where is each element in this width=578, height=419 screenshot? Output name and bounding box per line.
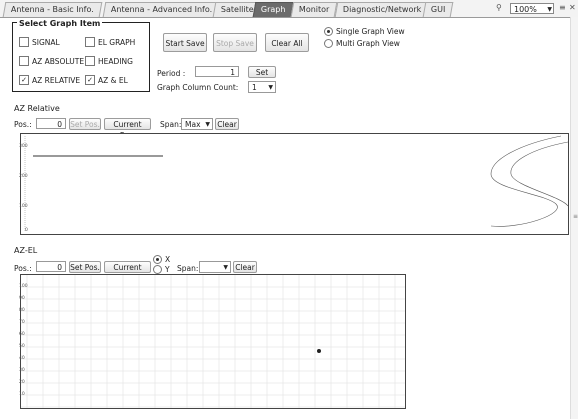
az-el-ytick: 70 xyxy=(19,320,25,325)
az-el-ytick: 10 xyxy=(19,392,25,397)
group-title: Select Graph Item xyxy=(17,19,103,28)
graph-column-count-label: Graph Column Count: xyxy=(157,83,239,92)
az-el-pos-label: Pos.: xyxy=(14,264,32,273)
tab-antenna-basic-info[interactable]: Antenna - Basic Info. xyxy=(2,2,103,17)
az-relative-ytick: 200 xyxy=(19,174,28,179)
az-el-span-label: Span: xyxy=(177,264,199,273)
az-el-title: AZ-EL xyxy=(14,246,38,255)
tab-diagnostic-network[interactable]: Diagnostic/Network xyxy=(334,2,430,17)
az-relative-span-label: Span: xyxy=(160,120,182,129)
checkbox-el-graph[interactable]: EL GRAPH xyxy=(85,37,135,47)
chevron-down-icon: ▼ xyxy=(205,121,210,128)
close-icon[interactable]: ✕ xyxy=(569,3,576,12)
chevron-down-icon: ▼ xyxy=(268,84,273,91)
az-el-clear-button[interactable]: Clear xyxy=(233,261,257,273)
az-relative-ytick: 300 xyxy=(19,144,28,149)
tab-gui[interactable]: GUI xyxy=(422,2,454,17)
az-relative-plot-canvas xyxy=(24,135,568,232)
tab-graph[interactable]: Graph xyxy=(252,2,294,17)
az-relative-ytick: 100 xyxy=(19,204,28,209)
radio-multi-graph-view[interactable]: Multi Graph View xyxy=(324,39,400,48)
az-relative-span-select[interactable]: Max ▼ xyxy=(181,118,213,130)
az-el-current-pos-button[interactable]: Current Pos. xyxy=(104,261,151,283)
az-el-ytick: 30 xyxy=(19,368,25,373)
vertical-scrollbar[interactable]: ≡ xyxy=(570,17,578,419)
checkbox-heading[interactable]: HEADING xyxy=(85,56,133,66)
scrollbar-grip-icon[interactable]: ≡ xyxy=(573,213,578,220)
az-el-ytick: 100 xyxy=(19,284,28,289)
tab-bar: Antenna - Basic Info. Antenna - Advanced… xyxy=(0,0,578,18)
az-relative-clear-button[interactable]: Clear xyxy=(215,118,239,130)
az-el-plot: 100 90 80 70 60 50 40 30 20 10 xyxy=(19,274,406,409)
az-relative-plot: 300 200 100 0 xyxy=(19,133,569,235)
radio-single-graph-view[interactable]: Single Graph View xyxy=(324,27,405,36)
chevron-down-icon: ▼ xyxy=(547,6,552,13)
az-relative-title: AZ Relative xyxy=(14,104,60,113)
checkbox-az-el[interactable]: ✓ AZ & EL xyxy=(85,75,128,85)
checkbox-az-relative[interactable]: ✓ AZ RELATIVE xyxy=(19,75,80,85)
radio-axis-y[interactable]: Y xyxy=(153,265,170,274)
az-relative-pos-input[interactable]: 0 xyxy=(36,118,66,129)
az-el-ytick: 60 xyxy=(19,332,25,337)
az-el-ytick: 80 xyxy=(19,308,25,313)
az-relative-set-pos-button[interactable]: Set Pos. xyxy=(69,118,101,130)
radio-axis-x[interactable]: X xyxy=(153,255,170,264)
az-el-set-pos-button[interactable]: Set Pos. xyxy=(69,261,101,273)
az-el-span-select[interactable]: ▼ xyxy=(199,261,231,273)
az-el-ytick: 50 xyxy=(19,344,25,349)
az-el-grid xyxy=(21,275,405,408)
tab-monitor[interactable]: Monitor xyxy=(290,2,338,17)
clear-all-button[interactable]: Clear All xyxy=(265,33,309,52)
az-relative-ytick: 0 xyxy=(25,228,28,233)
tab-antenna-advanced-info[interactable]: Antenna - Advanced Info. xyxy=(102,2,221,17)
period-label: Period : xyxy=(157,69,186,78)
zoom-select[interactable]: 100% ▼ xyxy=(510,3,554,14)
period-input[interactable]: 1 xyxy=(195,66,239,77)
stop-save-button[interactable]: Stop Save xyxy=(213,33,257,52)
graph-column-count-select[interactable]: 1 ▼ xyxy=(248,81,276,93)
az-el-ytick: 90 xyxy=(19,296,25,301)
az-relative-pos-label: Pos.: xyxy=(14,120,32,129)
az-el-ytick: 40 xyxy=(19,356,25,361)
chevron-down-icon: ▼ xyxy=(223,264,228,271)
checkbox-az-absolute[interactable]: AZ ABSOLUTE xyxy=(19,56,84,66)
az-el-ytick: 20 xyxy=(19,380,25,385)
zoom-icon: ⚲ xyxy=(496,3,502,12)
start-save-button[interactable]: Start Save xyxy=(163,33,207,52)
az-el-current-point xyxy=(317,349,321,353)
az-el-pos-input[interactable]: 0 xyxy=(36,261,66,272)
az-relative-current-pos-button[interactable]: Current Pos. xyxy=(104,118,151,140)
menu-icon[interactable]: ≡ xyxy=(559,3,566,12)
period-set-button[interactable]: Set xyxy=(248,66,276,78)
checkbox-signal[interactable]: SIGNAL xyxy=(19,37,60,47)
select-graph-item-group: Select Graph Item SIGNAL EL GRAPH AZ ABS… xyxy=(12,19,150,92)
